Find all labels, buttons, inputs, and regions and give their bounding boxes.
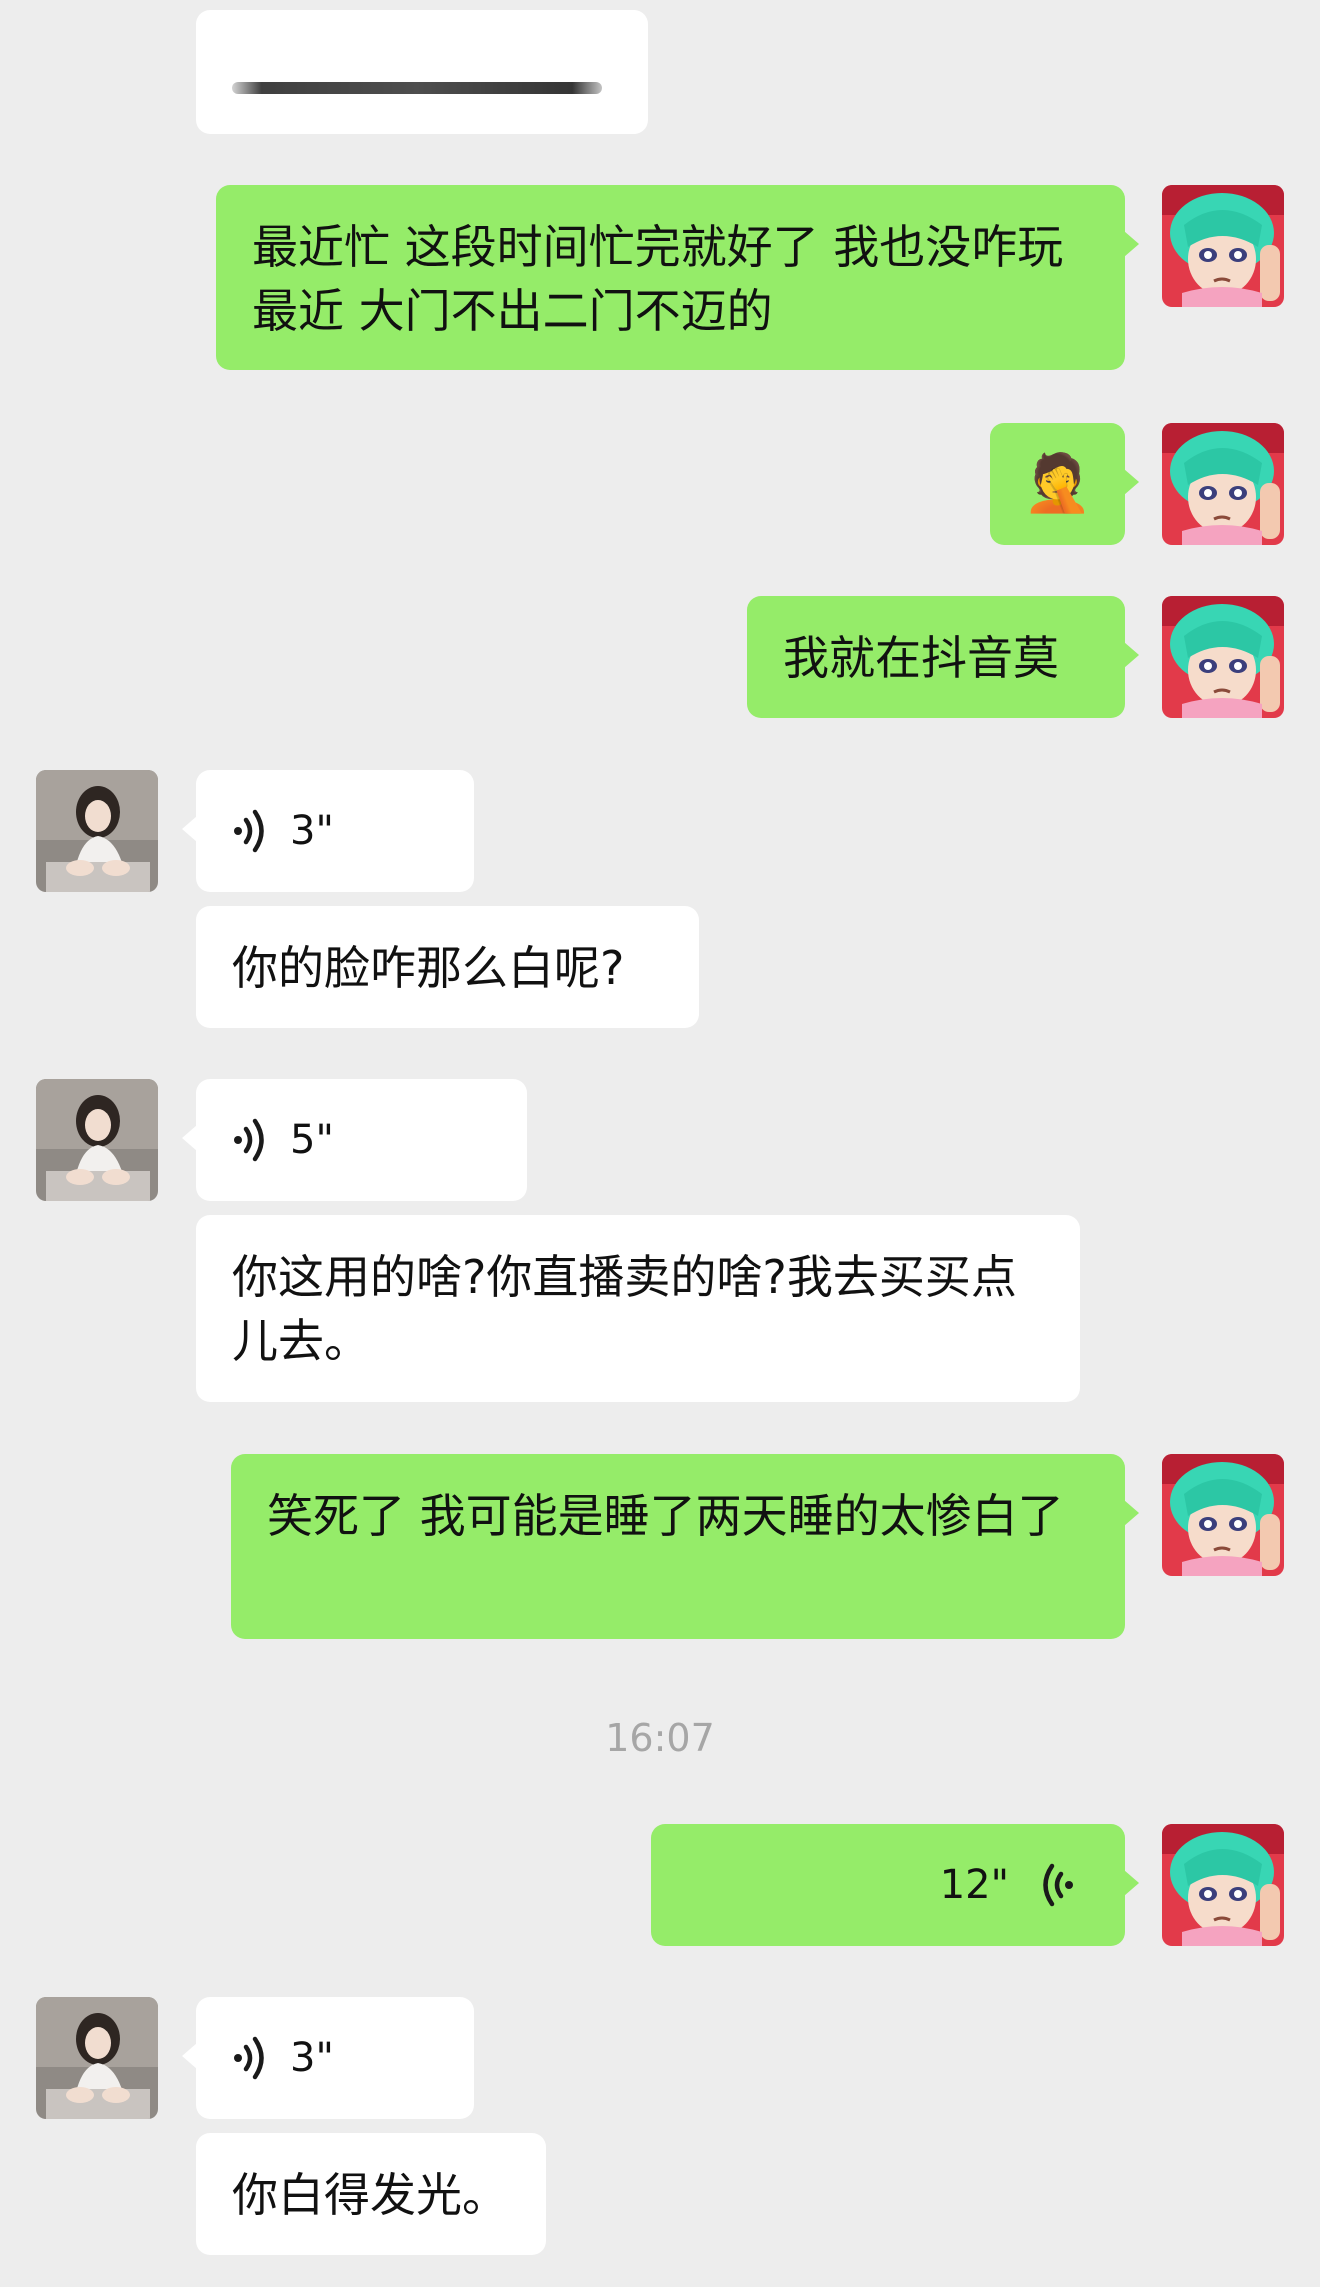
voice-duration: 3"	[290, 808, 334, 854]
incoming-voice-bubble[interactable]: 5"	[182, 1079, 527, 1201]
self-avatar[interactable]	[1162, 423, 1284, 545]
message-text: 笑死了 我可能是睡了两天睡的太惨白了	[267, 1489, 1064, 1543]
message-text: 你的脸咋那么白呢?	[232, 941, 625, 995]
incoming-voice-bubble[interactable]: 3"	[182, 770, 474, 892]
self-avatar[interactable]	[1162, 1454, 1284, 1576]
outgoing-voice-bubble[interactable]: 12"	[651, 1824, 1139, 1946]
voice-duration: 3"	[290, 2035, 334, 2081]
voice-wave-icon	[232, 1116, 272, 1164]
voice-wave-icon	[1035, 1861, 1075, 1909]
message-text: 你白得发光。	[232, 2168, 508, 2222]
contact-avatar[interactable]	[36, 770, 158, 892]
message-text: 最近忙 这段时间忙完就好了 我也没咋玩最近 大门不出二门不迈的	[252, 220, 1064, 338]
outgoing-emoji-bubble[interactable]: 🤦	[990, 423, 1139, 545]
contact-avatar[interactable]	[36, 1997, 158, 2119]
self-avatar[interactable]	[1162, 596, 1284, 718]
incoming-message-bubble[interactable]: 你白得发光。	[196, 2133, 546, 2255]
voice-wave-icon	[232, 807, 272, 855]
outgoing-message-bubble[interactable]: 我就在抖音莫	[747, 596, 1139, 718]
incoming-voice-bubble[interactable]: 3"	[182, 1997, 474, 2119]
voice-wave-icon	[232, 2034, 272, 2082]
facepalm-emoji: 🤦	[1022, 451, 1093, 516]
redacted-content	[232, 82, 602, 94]
message-text: 我就在抖音莫	[783, 631, 1059, 685]
chat-timestamp: 16:07	[605, 1716, 715, 1760]
incoming-message-bubble[interactable]: 你的脸咋那么白呢?	[196, 906, 699, 1028]
incoming-message-bubble[interactable]: 你这用的啥?你直播卖的啥?我去买买点儿去。	[196, 1215, 1080, 1402]
self-avatar[interactable]	[1162, 185, 1284, 307]
voice-duration: 12"	[939, 1862, 1009, 1908]
outgoing-message-bubble[interactable]: 最近忙 这段时间忙完就好了 我也没咋玩最近 大门不出二门不迈的	[216, 185, 1139, 370]
voice-duration: 5"	[290, 1117, 334, 1163]
message-text: 你这用的啥?你直播卖的啥?我去买买点儿去。	[232, 1250, 1017, 1368]
self-avatar[interactable]	[1162, 1824, 1284, 1946]
contact-avatar[interactable]	[36, 1079, 158, 1201]
redacted-message-bubble[interactable]	[196, 10, 648, 134]
outgoing-message-bubble[interactable]: 笑死了 我可能是睡了两天睡的太惨白了	[231, 1454, 1139, 1639]
